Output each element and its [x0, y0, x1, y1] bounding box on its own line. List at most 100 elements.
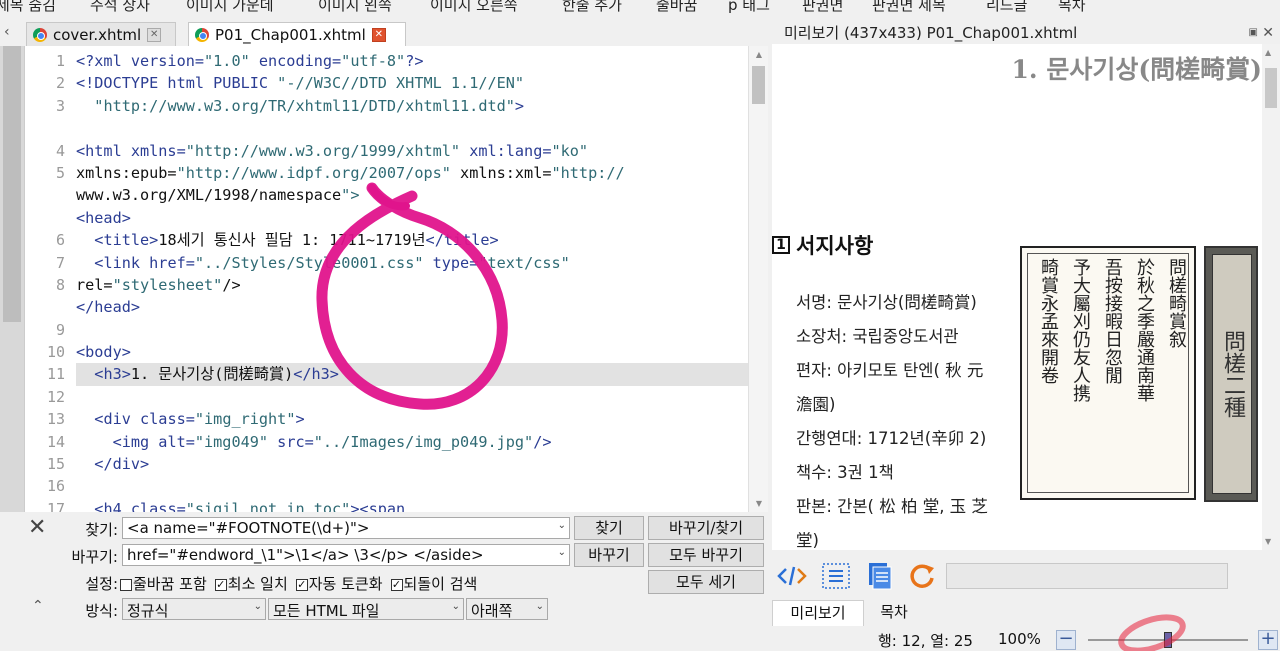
code-line[interactable]: "http://www.w3.org/TR/xhtml11/DTD/xhtml1… — [76, 95, 748, 117]
option-checkbox[interactable]: ✓ 자동 토큰화 — [295, 575, 383, 593]
bibliography-line: 堂) — [796, 531, 819, 550]
code-line[interactable]: <h4 class="sigil_not_in_toc"><span — [76, 498, 748, 512]
preview-search-field[interactable] — [946, 563, 1228, 589]
code-line[interactable] — [76, 117, 748, 139]
editor-scrollbar[interactable]: ▲ ▼ — [748, 46, 768, 512]
line-number: 5 — [55, 163, 65, 182]
option-checkbox[interactable]: ✓ 되돌이 검색 — [390, 575, 478, 593]
chevron-down-icon: ⌄ — [535, 601, 544, 612]
code-line[interactable]: <?xml version="1.0" encoding="utf-8"?> — [76, 50, 748, 72]
section-number-badge: 1 — [772, 236, 790, 254]
checkbox-box[interactable]: ✓ — [214, 578, 227, 591]
code-editor[interactable]: 1 2 3 4 5 6 7 8 9 10 11 12 13 14 15 16 17 <?xml version=… — [24, 46, 768, 512]
count-all-button[interactable]: 모두 세기 — [648, 570, 764, 594]
option-checkbox[interactable]: 줄바꿈 포함 — [120, 575, 207, 593]
code-line[interactable]: <html xmlns="http://www.w3.org/1999/xhtm… — [76, 140, 748, 162]
tab-p01-chap001[interactable]: P01_Chap001.xhtml ✕ — [188, 22, 406, 46]
menu-item[interactable]: 제목 숨김 — [0, 0, 56, 15]
code-line[interactable]: xmlns:epub="http://www.idpf.org/2007/ops… — [76, 162, 748, 184]
code-lines[interactable]: <?xml version="1.0" encoding="utf-8"?> <!… — [76, 50, 748, 512]
float-panel-icon[interactable]: ▣ — [1249, 22, 1258, 44]
menu-item[interactable]: p 태그 — [728, 0, 770, 15]
menu-item[interactable]: 목차 — [1058, 0, 1086, 15]
menu-item[interactable]: 판권면 제목 — [872, 0, 946, 15]
zoom-out-button[interactable]: − — [1056, 630, 1076, 650]
direction-select[interactable]: 아래쪽 ⌄ — [466, 598, 548, 620]
replace-input[interactable]: href="#endword_\1">\1</a> \3</p> </aside… — [122, 544, 570, 566]
code-line[interactable]: <title>18세기 통신사 필담 1: 1711~1719년</title> — [76, 229, 748, 251]
sigil-editor-window: 제목 숨김 주석 상자 이미지 가운데 이미지 왼쪽 이미지 오른쪽 한줄 추가 줄바꿈 p … — [0, 0, 1280, 651]
menu-item[interactable]: 주석 상자 — [90, 0, 150, 15]
menu-item[interactable]: 이미지 오른쪽 — [430, 0, 518, 15]
code-line[interactable]: </div> — [76, 453, 748, 475]
bibliography-line: 판본: 간본( 松 柏 堂, 玉 芝 — [796, 497, 988, 516]
line-number: 16 — [46, 477, 65, 496]
preview-scrollbar[interactable]: ▲ ▼ — [1262, 44, 1280, 550]
book-cover-label: 問槎二種 — [1212, 254, 1252, 494]
replace-button[interactable]: 바꾸기 — [574, 543, 644, 567]
option-checkbox[interactable]: ✓ 최소 일치 — [214, 575, 288, 593]
preview-scroll-thumb[interactable] — [1265, 68, 1277, 108]
close-tab-icon[interactable]: ✕ — [371, 27, 386, 42]
code-line[interactable]: <head> — [76, 207, 748, 229]
replace-find-button[interactable]: 바꾸기/찾기 — [648, 516, 764, 540]
zoom-slider-thumb[interactable] — [1164, 632, 1172, 648]
scope-select[interactable]: 모든 HTML 파일 ⌄ — [268, 598, 464, 620]
find-label: 찾기: — [85, 521, 118, 539]
document-icon[interactable] — [862, 562, 894, 590]
preview-pane[interactable]: 1. 문사기상(問槎畸賞) 1 서지사항 서명: 문사기상(問槎畸賞) 소장처: … — [772, 44, 1262, 550]
tab-toc[interactable]: 목차 — [866, 600, 922, 626]
scope-select-value: 모든 HTML 파일 — [273, 602, 380, 620]
code-line[interactable]: www.w3.org/XML/1998/namespace"> — [76, 184, 748, 206]
menu-item[interactable]: 이미지 가운데 — [186, 0, 274, 15]
collapse-panel-icon[interactable]: ⌃ — [32, 598, 44, 614]
tab-preview[interactable]: 미리보기 — [772, 600, 864, 626]
menu-item[interactable]: 한줄 추가 — [562, 0, 622, 15]
close-find-panel-icon[interactable]: ✕ — [28, 516, 52, 540]
calligraphy-column: 畸賞永孟來開卷 — [1038, 258, 1059, 384]
line-number: 3 — [55, 96, 65, 115]
direction-select-value: 아래쪽 — [471, 602, 513, 620]
mode-select[interactable]: 정규식 ⌄ — [122, 598, 266, 620]
checkbox-box[interactable]: ✓ — [390, 578, 403, 591]
split-view-icon[interactable] — [820, 562, 852, 590]
find-input[interactable]: <a name="#FOOTNOTE(\d+)"> ⌄ — [122, 517, 570, 539]
tab-scroll-left-icon[interactable]: ‹ — [4, 24, 18, 44]
checkbox-box[interactable] — [120, 578, 132, 591]
bibliography-line: 소장처: 국립중앙도서관 — [796, 327, 959, 346]
checkbox-label: 되돌이 검색 — [403, 575, 478, 593]
find-button[interactable]: 찾기 — [574, 516, 644, 540]
book-cover-image: 問槎二種 — [1204, 246, 1258, 502]
line-number — [25, 207, 69, 229]
menu-item[interactable]: 이미지 왼쪽 — [318, 0, 392, 15]
close-panel-icon[interactable]: ✕ — [1262, 22, 1274, 44]
code-view-icon[interactable] — [776, 562, 808, 590]
close-tab-icon[interactable]: ✕ — [147, 27, 162, 42]
code-line[interactable]: </head> — [76, 296, 748, 318]
code-line[interactable] — [76, 319, 748, 341]
code-line[interactable]: <!DOCTYPE html PUBLIC "-//W3C//DTD XHTML… — [76, 72, 748, 94]
checkbox-box[interactable]: ✓ — [295, 578, 308, 591]
menu-item[interactable]: 리드글 — [986, 0, 1027, 15]
code-line[interactable]: <img alt="img049" src="../Images/img_p04… — [76, 431, 748, 453]
line-number: 13 — [46, 410, 65, 429]
editor-scroll-thumb[interactable] — [752, 66, 765, 104]
tab-cover[interactable]: cover.xhtml ✕ — [26, 22, 176, 46]
code-line[interactable] — [76, 386, 748, 408]
code-line[interactable]: rel="stylesheet"/> — [76, 274, 748, 296]
menu-item[interactable]: 줄바꿈 — [656, 0, 697, 15]
code-line[interactable] — [76, 475, 748, 497]
chevron-down-icon: ⌄ — [451, 601, 460, 612]
menu-item[interactable]: 판권면 — [802, 0, 843, 15]
replace-all-button[interactable]: 모두 바꾸기 — [648, 543, 764, 567]
code-line[interactable]: <link href="../Styles/Style0001.css" typ… — [76, 252, 748, 274]
chevron-down-icon[interactable]: ⌄ — [558, 547, 566, 558]
code-line[interactable]: <div class="img_right"> — [76, 408, 748, 430]
tab-label: cover.xhtml — [53, 25, 142, 44]
refresh-icon[interactable] — [906, 562, 938, 590]
code-line[interactable]: <h3>1. 문사기상(問槎畸賞)</h3> — [76, 363, 748, 386]
code-line[interactable]: <body> — [76, 341, 748, 363]
chevron-down-icon[interactable]: ⌄ — [558, 520, 566, 531]
zoom-in-button[interactable]: + — [1258, 630, 1278, 650]
bibliography-info: 서명: 문사기상(問槎畸賞) 소장처: 국립중앙도서관 편자: 아키모토 탄엔( 秋… — [796, 286, 1010, 550]
